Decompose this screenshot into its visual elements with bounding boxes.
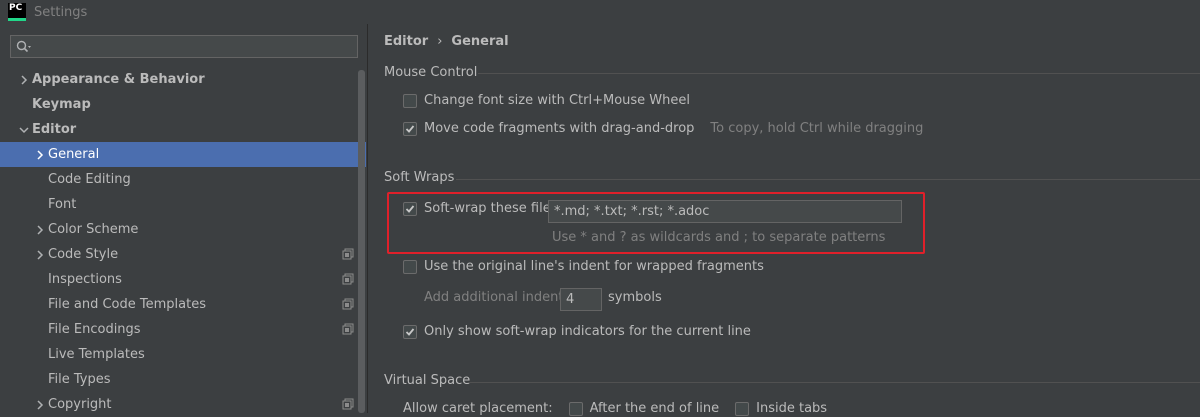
sidebar-scrollbar[interactable] [358, 70, 365, 413]
pycharm-logo-icon: PC [8, 3, 26, 21]
chevron-right-icon[interactable] [32, 222, 48, 238]
mouse-control-divider [478, 73, 1200, 74]
change-font-size-label: Change font size with Ctrl+Mouse Wheel [424, 93, 690, 108]
checkmark-icon [405, 327, 415, 336]
soft-wrap-files-row[interactable]: Soft-wrap these files: [403, 201, 562, 216]
sidebar-item-label: Font [48, 197, 77, 212]
project-scope-icon [342, 398, 354, 410]
sidebar-item-label: Code Style [48, 247, 119, 262]
sidebar-item-label: Color Scheme [48, 222, 139, 237]
sidebar-item-file-types[interactable]: File Types [0, 367, 366, 392]
mouse-control-title: Mouse Control [384, 65, 478, 80]
breadcrumb-current: General [451, 34, 509, 49]
sidebar-item-code-editing[interactable]: Code Editing [0, 167, 366, 192]
chevron-right-icon[interactable] [32, 247, 48, 263]
soft-wrap-files-input[interactable]: *.md; *.txt; *.rst; *.adoc [548, 200, 902, 223]
virtual-space-divider [468, 382, 1200, 383]
sidebar-item-label: Keymap [32, 97, 91, 112]
chevron-right-icon[interactable] [32, 397, 48, 413]
sidebar-item-font[interactable]: Font [0, 192, 366, 217]
additional-indent-suffix: symbols [608, 290, 662, 305]
additional-indent-input[interactable]: 4 [560, 288, 602, 311]
project-scope-icon [342, 273, 354, 285]
sidebar-item-file-encodings[interactable]: File Encodings [0, 317, 366, 342]
drag-drop-label: Move code fragments with drag-and-drop [424, 121, 695, 136]
sidebar-item-label: File and Code Templates [48, 297, 206, 312]
project-scope-icon [342, 298, 354, 310]
sidebar-item-inspections[interactable]: Inspections [0, 267, 366, 292]
breadcrumb: Editor › General [384, 34, 509, 49]
drag-drop-hint: To copy, hold Ctrl while dragging [710, 121, 924, 136]
settings-content: Editor › General Mouse Control Change fo… [368, 24, 1200, 416]
original-indent-label: Use the original line's indent for wrapp… [424, 259, 764, 274]
breadcrumb-separator-icon: › [437, 34, 443, 49]
after-end-label: After the end of line [589, 401, 720, 416]
title-bar: PC Settings [0, 0, 1200, 24]
original-indent-row[interactable]: Use the original line's indent for wrapp… [403, 259, 764, 274]
sidebar-item-label: Live Templates [48, 347, 145, 362]
soft-wrap-files-label: Soft-wrap these files: [424, 201, 562, 216]
sidebar-item-editor[interactable]: Editor [0, 117, 366, 142]
virtual-space-title: Virtual Space [384, 373, 471, 388]
breadcrumb-parent[interactable]: Editor [384, 34, 428, 49]
sidebar-item-label: File Encodings [48, 322, 141, 337]
soft-wraps-divider [456, 179, 1200, 180]
sidebar-item-label: Inspections [48, 272, 122, 287]
search-icon [16, 40, 32, 54]
after-end-checkbox[interactable] [568, 401, 583, 416]
sidebar-item-file-and-code-templates[interactable]: File and Code Templates [0, 292, 366, 317]
sidebar-item-label: Editor [32, 122, 77, 137]
soft-wraps-title: Soft Wraps [384, 170, 455, 185]
sidebar-item-label: General [48, 147, 100, 162]
settings-search-input[interactable] [10, 35, 358, 58]
indicators-row[interactable]: Only show soft-wrap indicators for the c… [403, 324, 751, 339]
caret-placement-row: Allow caret placement: After the end of … [403, 401, 827, 416]
sidebar-item-color-scheme[interactable]: Color Scheme [0, 217, 366, 242]
soft-wrap-files-hint: Use * and ? as wildcards and ; to separa… [552, 230, 886, 245]
checkmark-icon [405, 204, 415, 213]
settings-tree: Appearance & Behavior Keymap Editor General… [0, 67, 366, 417]
soft-wrap-files-checkbox[interactable] [403, 201, 417, 216]
change-font-size-row[interactable]: Change font size with Ctrl+Mouse Wheel [403, 93, 690, 108]
indicators-label: Only show soft-wrap indicators for the c… [424, 324, 751, 339]
change-font-size-checkbox[interactable] [403, 93, 417, 108]
original-indent-checkbox[interactable] [403, 259, 417, 274]
sidebar-item-keymap[interactable]: Keymap [0, 92, 366, 117]
sidebar-item-label: Copyright [48, 397, 112, 412]
drag-drop-row[interactable]: Move code fragments with drag-and-drop T… [403, 121, 923, 136]
indicators-checkbox[interactable] [403, 324, 417, 339]
settings-sidebar: Appearance & Behavior Keymap Editor General… [0, 24, 368, 413]
sidebar-item-label: File Types [48, 372, 111, 387]
sidebar-item-code-style[interactable]: Code Style [0, 242, 366, 267]
sidebar-item-appearance-behavior[interactable]: Appearance & Behavior [0, 67, 366, 92]
checkmark-icon [405, 124, 415, 133]
caret-placement-label: Allow caret placement: [403, 401, 553, 416]
sidebar-item-copyright[interactable]: Copyright [0, 392, 366, 417]
inside-tabs-checkbox[interactable] [735, 401, 750, 416]
sidebar-item-label: Appearance & Behavior [32, 72, 205, 87]
chevron-right-icon[interactable] [32, 147, 48, 163]
chevron-down-icon[interactable] [16, 122, 32, 138]
sidebar-item-label: Code Editing [48, 172, 131, 187]
drag-drop-checkbox[interactable] [403, 121, 417, 136]
inside-tabs-label: Inside tabs [756, 401, 828, 416]
sidebar-item-general[interactable]: General [0, 142, 366, 167]
window-title: Settings [34, 4, 88, 20]
sidebar-item-live-templates[interactable]: Live Templates [0, 342, 366, 367]
project-scope-icon [342, 248, 354, 260]
project-scope-icon [342, 323, 354, 335]
additional-indent-label: Add additional indent: [424, 290, 568, 305]
chevron-right-icon[interactable] [16, 72, 32, 88]
